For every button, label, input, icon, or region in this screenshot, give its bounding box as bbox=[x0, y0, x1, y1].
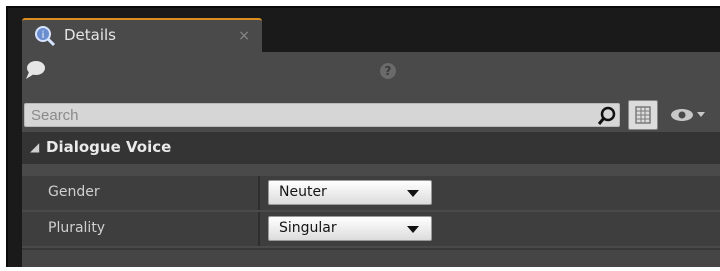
view-options-grid-button[interactable] bbox=[628, 100, 658, 130]
speech-bubble-icon bbox=[26, 61, 45, 79]
gender-dropdown[interactable]: Neuter bbox=[268, 180, 432, 205]
tab-details[interactable]: i Details × bbox=[22, 18, 262, 52]
property-name: Gender bbox=[48, 184, 100, 200]
chevron-down-icon bbox=[697, 112, 705, 117]
details-toolbar: ? bbox=[22, 52, 720, 96]
tab-title: Details bbox=[64, 26, 117, 44]
dropdown-value: Neuter bbox=[279, 184, 327, 200]
details-panel: ? ◢ Dialogue Voi bbox=[22, 52, 720, 267]
search-box[interactable] bbox=[24, 103, 620, 127]
plurality-dropdown[interactable]: Singular bbox=[268, 216, 432, 241]
svg-text:i: i bbox=[42, 30, 45, 41]
search-icon[interactable] bbox=[597, 106, 617, 126]
visibility-eye-icon[interactable] bbox=[668, 106, 708, 124]
property-row-plurality: Plurality Singular bbox=[22, 212, 720, 246]
column-divider[interactable] bbox=[258, 212, 260, 246]
search-input[interactable] bbox=[25, 104, 593, 126]
property-row-gender: Gender Neuter bbox=[22, 176, 720, 210]
dropdown-value: Singular bbox=[279, 220, 337, 236]
grid-icon bbox=[635, 106, 651, 124]
dropdown-arrow-icon bbox=[407, 226, 419, 233]
details-magnifier-icon: i bbox=[35, 26, 56, 47]
collapse-arrow-icon[interactable]: ◢ bbox=[30, 140, 39, 154]
property-name: Plurality bbox=[48, 220, 106, 236]
dropdown-arrow-icon bbox=[407, 190, 419, 197]
close-icon[interactable]: × bbox=[238, 28, 250, 44]
column-divider[interactable] bbox=[258, 176, 260, 210]
details-window: i Details × ? Search ◢ Dialogue Voice Ge… bbox=[6, 6, 720, 267]
category-dialogue-voice[interactable]: ◢ Dialogue Voice bbox=[22, 132, 720, 164]
category-label: Dialogue Voice bbox=[46, 138, 172, 156]
help-icon[interactable]: ? bbox=[380, 63, 396, 79]
panel-footer bbox=[22, 250, 720, 267]
